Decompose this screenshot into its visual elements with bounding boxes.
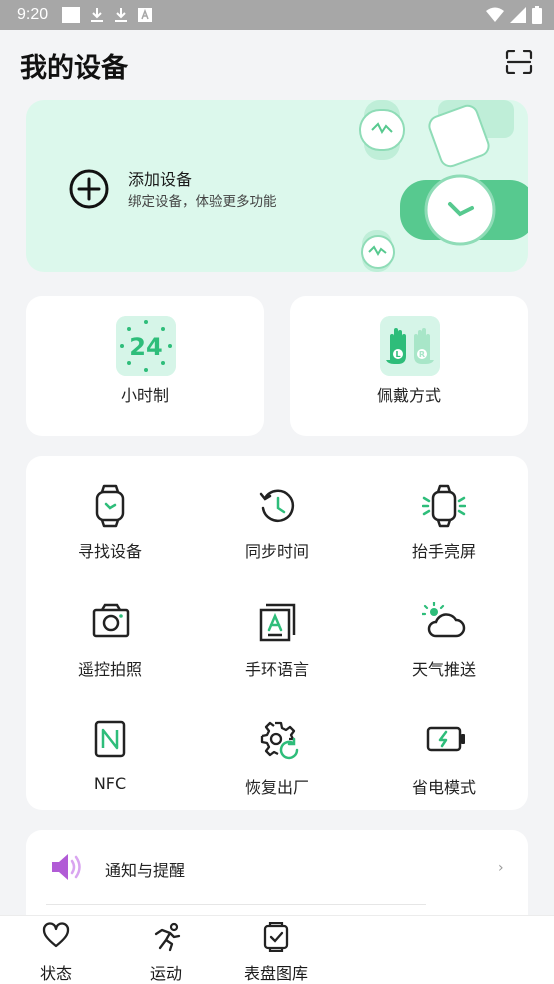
bottom-tab-bar: 状态 运动 表盘图库 (0, 915, 554, 984)
page-title: 我的设备 (20, 53, 128, 84)
svg-text:R: R (419, 350, 425, 359)
tab-status[interactable]: 状态 (16, 916, 96, 984)
battery-status-icon (532, 6, 542, 24)
weather-icon (422, 602, 466, 638)
weather-push-label: 天气推送 (411, 660, 476, 679)
hands-icon: L R (380, 316, 440, 376)
scan-icon[interactable] (505, 50, 533, 74)
status-bar: 9:20 (0, 0, 554, 30)
band-language-label: 手环语言 (244, 660, 309, 679)
raise-to-wake-item[interactable]: 抬手亮屏 (360, 466, 528, 576)
remote-camera-item[interactable]: 遥控拍照 (26, 584, 194, 694)
watch-illustration-icon (359, 100, 528, 272)
heart-icon (42, 922, 70, 948)
add-device-title: 添加设备 (128, 170, 193, 189)
download-icon (91, 8, 103, 22)
page-header: 我的设备 (0, 30, 554, 96)
nfc-icon (94, 720, 126, 758)
divider (46, 904, 426, 905)
watch-glow-icon (422, 484, 466, 528)
language-icon (259, 603, 296, 642)
running-icon (154, 922, 181, 952)
band-language-item[interactable]: 手环语言 (193, 584, 361, 694)
tab-sport-label: 运动 (149, 964, 182, 983)
raise-to-wake-label: 抬手亮屏 (411, 542, 476, 561)
notification-square-icon (62, 7, 80, 23)
power-saving-item[interactable]: 省电模式 (360, 702, 528, 812)
camera-icon (92, 603, 130, 638)
add-circle-icon (69, 169, 109, 209)
add-device-card[interactable]: 添加设备 绑定设备，体验更多功能 (26, 100, 528, 272)
notification-label: 通知与提醒 (105, 861, 186, 880)
signal-icon (510, 7, 526, 23)
sync-time-label: 同步时间 (244, 542, 309, 561)
wear-mode-card[interactable]: L R 佩戴方式 (290, 296, 528, 436)
tab-watchface[interactable]: 表盘图库 (236, 916, 316, 984)
font-app-icon (138, 8, 152, 22)
feature-grid-card: 寻找设备 同步时间 抬手亮屏 遥控拍照 手环语言 天气推送 NFC 恢复出厂 省… (26, 456, 528, 810)
remote-camera-label: 遥控拍照 (77, 660, 142, 679)
hour-format-card[interactable]: 24 小时制 (26, 296, 264, 436)
system-icons (486, 6, 542, 24)
clock-24-icon: 24 (116, 316, 176, 376)
tab-watchface-label: 表盘图库 (243, 964, 308, 983)
power-saving-label: 省电模式 (411, 778, 476, 797)
hour-badge: 24 (129, 333, 162, 361)
watchface-icon (263, 922, 289, 952)
find-device-label: 寻找设备 (77, 542, 142, 561)
notification-icons (62, 7, 152, 23)
watch-icon (95, 484, 125, 528)
chevron-right-icon: › (498, 860, 504, 876)
speaker-icon (52, 854, 81, 880)
wear-mode-label: 佩戴方式 (376, 386, 441, 405)
weather-push-item[interactable]: 天气推送 (360, 584, 528, 694)
download-icon (115, 8, 127, 22)
status-time: 9:20 (17, 6, 49, 23)
nfc-label: NFC (93, 774, 127, 793)
factory-reset-item[interactable]: 恢复出厂 (193, 702, 361, 812)
wifi-icon (486, 7, 504, 22)
svg-text:L: L (395, 350, 400, 359)
battery-icon (426, 726, 465, 752)
add-device-subtitle: 绑定设备，体验更多功能 (128, 194, 277, 210)
factory-reset-label: 恢复出厂 (244, 778, 309, 797)
gear-reset-icon (260, 721, 299, 760)
sync-time-item[interactable]: 同步时间 (193, 466, 361, 576)
history-clock-icon (259, 489, 295, 522)
nfc-item[interactable]: NFC (26, 702, 194, 812)
tab-sport[interactable]: 运动 (126, 916, 206, 984)
find-device-item[interactable]: 寻找设备 (26, 466, 194, 576)
tab-status-label: 状态 (39, 964, 72, 983)
hour-format-label: 小时制 (120, 386, 169, 405)
